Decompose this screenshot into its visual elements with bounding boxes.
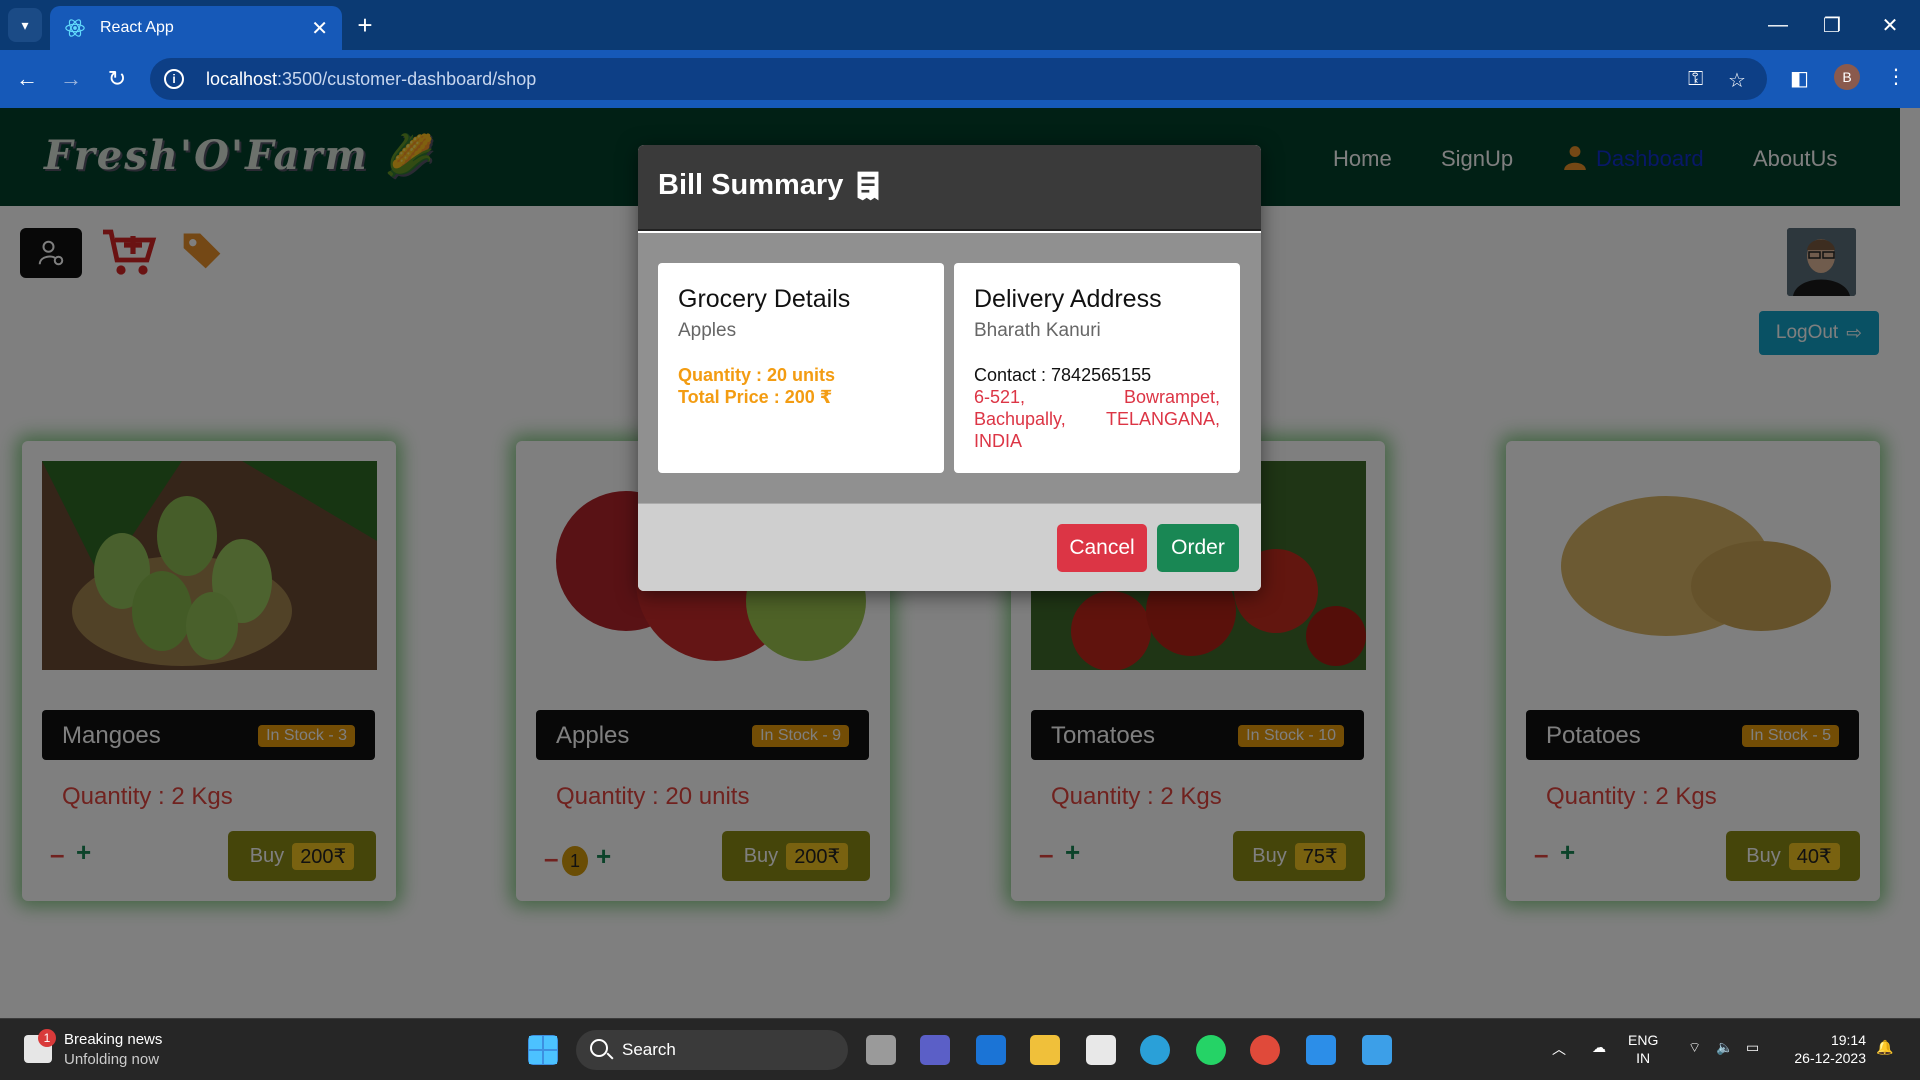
delivery-name: Bharath Kanuri: [974, 320, 1101, 341]
delivery-address-line1: 6-521, Bowrampet,: [974, 387, 1220, 407]
address-bar[interactable]: i localhost:3500/customer-dashboard/shop…: [150, 58, 1767, 100]
onedrive-icon[interactable]: ☁: [1592, 1039, 1606, 1056]
wifi-icon[interactable]: ⌔: [1688, 1039, 1701, 1057]
bill-summary-modal: Bill Summary Grocery Details Apples Quan…: [638, 145, 1261, 591]
password-key-icon[interactable]: ⚿: [1688, 68, 1703, 91]
microsoft-store-icon[interactable]: [1086, 1035, 1116, 1065]
language-indicator[interactable]: ENG IN: [1628, 1031, 1658, 1067]
browser-tab[interactable]: React App ✕: [50, 6, 342, 50]
order-button[interactable]: Order: [1157, 524, 1239, 572]
menu-kebab-icon[interactable]: ⋮: [1886, 64, 1906, 89]
clock[interactable]: 19:14 26-12-2023: [1784, 1031, 1866, 1067]
file-explorer-icon[interactable]: [1030, 1035, 1060, 1065]
grocery-details-card: Grocery Details Apples Quantity : 20 uni…: [658, 263, 944, 473]
grocery-total-price: Total Price : 200 ₹: [678, 387, 833, 407]
modal-header: Bill Summary: [638, 145, 1261, 231]
edge-icon[interactable]: [1140, 1035, 1170, 1065]
windows-start-icon[interactable]: [528, 1035, 558, 1065]
url-text: localhost:3500/customer-dashboard/shop: [206, 69, 536, 90]
search-label: Search: [622, 1040, 676, 1059]
page: Fresh'O'Farm 🌽 Home SignUp Dashboard Abo…: [0, 108, 1920, 1018]
browser-toolbar: ← → ↻ i localhost:3500/customer-dashboar…: [0, 50, 1920, 108]
language-code: ENG: [1628, 1032, 1659, 1048]
delivery-heading: Delivery Address: [974, 285, 1162, 313]
photos-icon[interactable]: [1362, 1035, 1392, 1065]
back-icon[interactable]: ←: [12, 64, 42, 94]
news-title[interactable]: Breaking news: [64, 1031, 162, 1048]
delivery-address-card: Delivery Address Bharath Kanuri Contact …: [954, 263, 1240, 473]
search-icon: [590, 1039, 608, 1057]
whatsapp-icon[interactable]: [1196, 1035, 1226, 1065]
modal-body: Grocery Details Apples Quantity : 20 uni…: [638, 233, 1261, 503]
react-icon: [65, 19, 85, 37]
tab-search-dropdown-icon[interactable]: ▾: [8, 8, 42, 42]
cancel-button[interactable]: Cancel: [1057, 524, 1147, 572]
chrome-icon[interactable]: [1250, 1035, 1280, 1065]
profile-avatar[interactable]: B: [1834, 64, 1860, 90]
url-host: localhost: [206, 68, 278, 89]
notifications-bell-icon[interactable]: 🔔: [1876, 1039, 1893, 1056]
url-path: :3500/customer-dashboard/shop: [277, 68, 537, 89]
taskbar: 1 Breaking news Unfolding now Search ︿ ☁…: [0, 1018, 1920, 1080]
tab-title: React App: [100, 19, 174, 36]
grocery-item: Apples: [678, 320, 737, 341]
browser-tab-bar: ▾ React App ✕ + — ❐ ✕: [0, 0, 1920, 50]
grocery-quantity: Quantity : 20 units: [678, 365, 836, 385]
close-window-icon[interactable]: ✕: [1870, 10, 1910, 40]
grocery-heading: Grocery Details: [678, 285, 851, 313]
receipt-icon: [857, 171, 879, 201]
delivery-contact: Contact : 7842565155: [974, 365, 1152, 385]
volume-icon[interactable]: 🔈: [1716, 1039, 1733, 1056]
clock-date: 26-12-2023: [1794, 1050, 1866, 1066]
new-tab-icon[interactable]: +: [350, 10, 380, 40]
bookmark-star-icon[interactable]: ☆: [1728, 68, 1746, 93]
battery-icon[interactable]: ▭: [1746, 1039, 1759, 1056]
clock-time: 19:14: [1830, 1032, 1866, 1048]
news-badge: 1: [38, 1029, 56, 1047]
reload-icon[interactable]: ↻: [102, 64, 132, 94]
modal-title: Bill Summary: [658, 169, 844, 201]
vscode-icon[interactable]: [1306, 1035, 1336, 1065]
news-subtitle: Unfolding now: [64, 1051, 160, 1068]
mail-icon[interactable]: [976, 1035, 1006, 1065]
forward-icon[interactable]: →: [56, 64, 86, 94]
region-code: IN: [1636, 1050, 1651, 1066]
tab-close-icon[interactable]: ✕: [311, 16, 328, 41]
teams-chat-icon[interactable]: [920, 1035, 950, 1065]
modal-footer: Cancel Order: [638, 503, 1261, 591]
restore-icon[interactable]: ❐: [1812, 10, 1852, 40]
side-panel-icon[interactable]: ◧: [1790, 66, 1809, 91]
site-info-icon[interactable]: i: [164, 69, 184, 89]
taskbar-search[interactable]: Search: [576, 1030, 848, 1070]
minimize-icon[interactable]: —: [1758, 10, 1798, 40]
delivery-address-line3: INDIA: [974, 431, 1023, 451]
task-view-icon[interactable]: [866, 1035, 896, 1065]
show-hidden-icons[interactable]: ︿: [1552, 1039, 1566, 1059]
delivery-address-line2: Bachupally, TELANGANA,: [974, 409, 1220, 429]
